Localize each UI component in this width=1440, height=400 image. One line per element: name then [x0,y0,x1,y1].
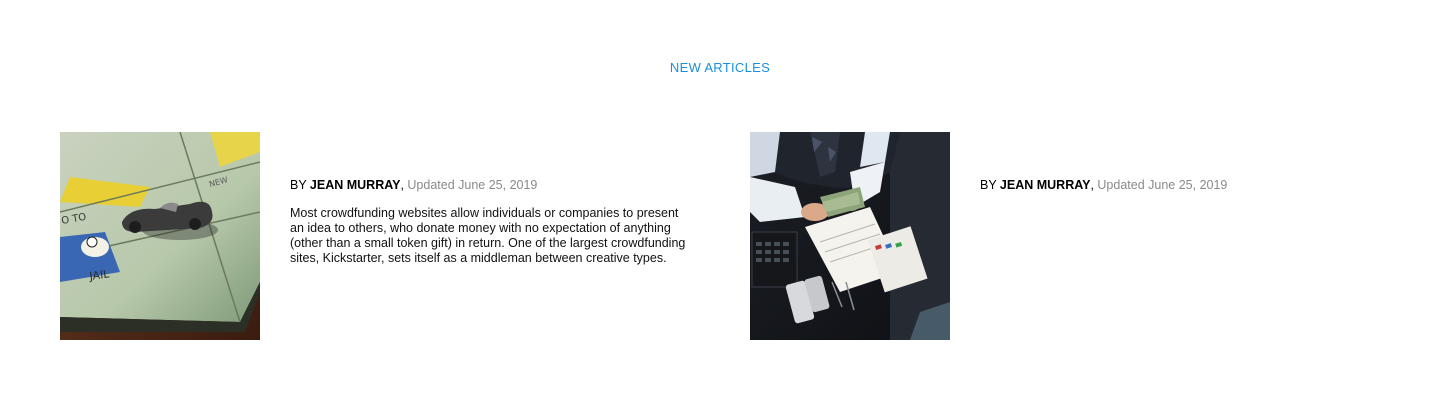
article-meta: BY JEAN MURRAY, Updated June 25, 2019 [980,178,1227,192]
byline-prefix: BY [980,178,1000,192]
businessman-money-image [750,132,950,340]
section-title-link[interactable]: NEW ARTICLES [0,60,1440,75]
updated-date: Updated June 25, 2019 [1097,178,1228,192]
article-thumbnail-image[interactable]: JAIL O TO NEW [60,132,260,340]
article-card: JAIL O TO NEW BY JEAN MURRAY, Updated Ju… [60,132,700,340]
updated-date: Updated June 25, 2019 [407,178,538,192]
author-link[interactable]: JEAN MURRAY [1000,178,1091,192]
author-link[interactable]: JEAN MURRAY [310,178,401,192]
byline-prefix: BY [290,178,310,192]
article-excerpt: Most crowdfunding websites allow individ… [290,206,686,265]
monopoly-board-image: JAIL O TO NEW [60,132,260,340]
article-meta: BY JEAN MURRAY, Updated June 25, 2019 [290,178,537,192]
article-card: BY JEAN MURRAY, Updated June 25, 2019 [750,132,1390,340]
new-articles-section: NEW ARTICLES JAIL O TO NEW BY JEAN MURRA… [0,0,1440,400]
article-thumbnail-image[interactable] [750,132,950,340]
